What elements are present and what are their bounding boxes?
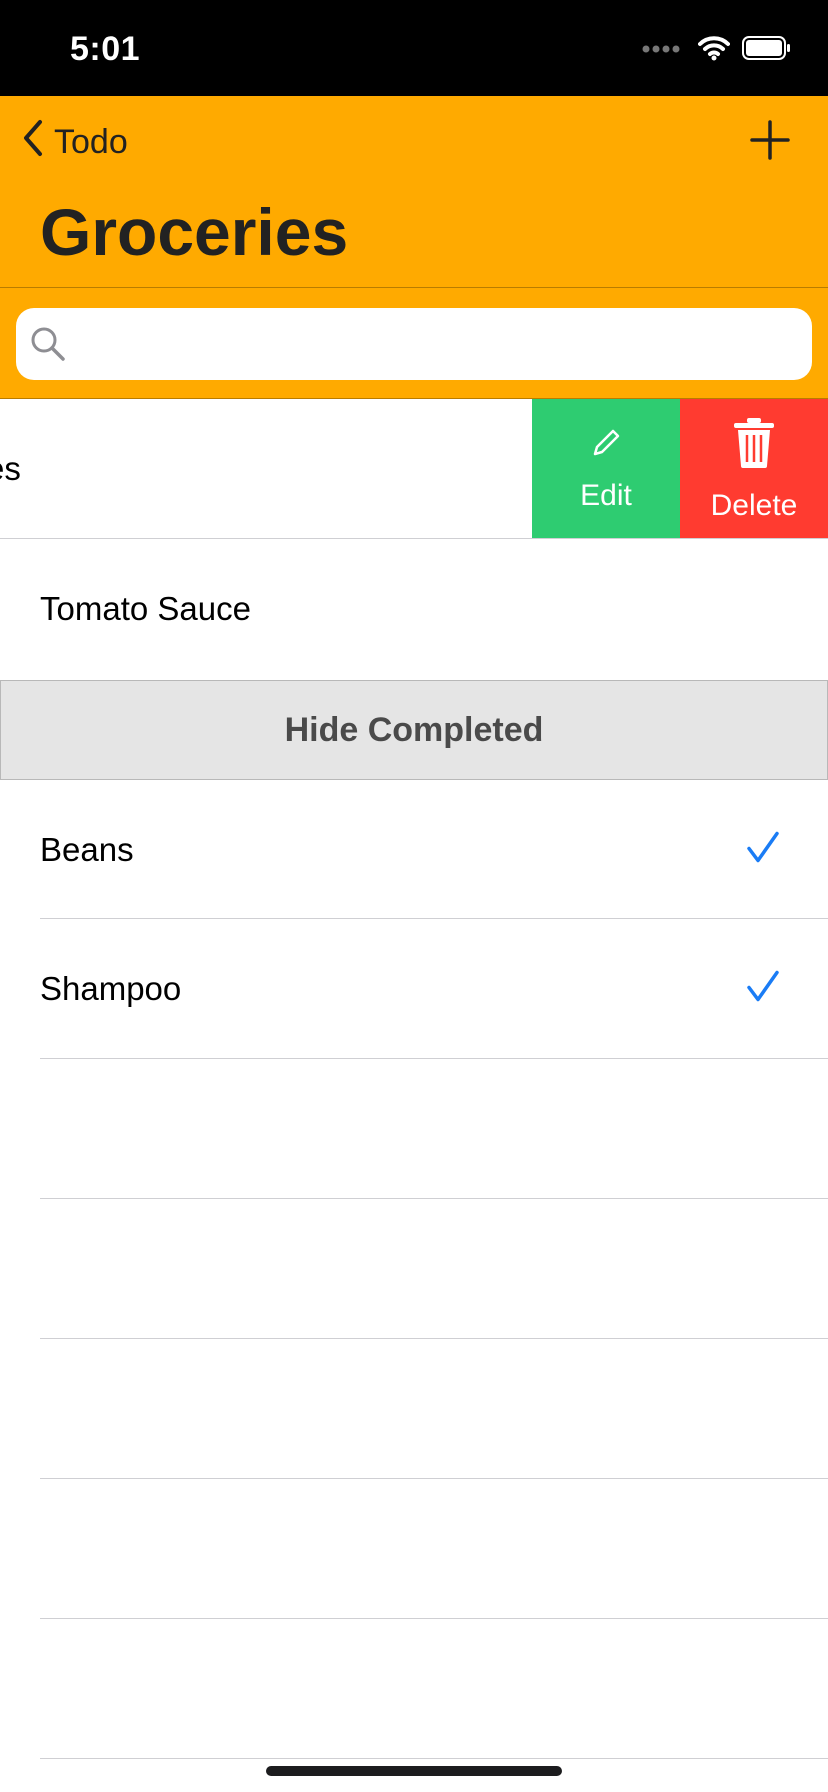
row-separator	[40, 1338, 828, 1339]
edit-label: Edit	[580, 478, 632, 512]
back-button[interactable]: Todo	[22, 118, 128, 166]
list-item-label: Beans	[40, 831, 134, 868]
list-item[interactable]: Beans	[0, 780, 828, 920]
battery-icon	[742, 35, 792, 65]
home-indicator[interactable]	[266, 1766, 562, 1776]
edit-button[interactable]: Edit	[532, 399, 680, 539]
row-separator	[40, 1058, 828, 1059]
list-item-swiped[interactable]: es Edit Delete	[0, 399, 828, 539]
hide-completed-button[interactable]: Hide Completed	[0, 680, 828, 780]
search-area	[0, 288, 828, 399]
signal-icon	[642, 41, 686, 59]
list-item-label: Shampoo	[40, 970, 182, 1007]
trash-icon	[732, 416, 776, 475]
list-item-label: Tomato Sauce	[40, 590, 251, 627]
list-item-label: es	[0, 450, 21, 487]
checkmark-icon	[746, 831, 780, 870]
delete-button[interactable]: Delete	[680, 399, 828, 539]
row-separator	[40, 1478, 828, 1479]
list-item[interactable]: Shampoo	[0, 919, 828, 1059]
checkmark-icon	[746, 970, 780, 1009]
pencil-icon	[589, 426, 623, 465]
back-label: Todo	[54, 122, 128, 161]
navigation-bar: Todo Groceries	[0, 96, 828, 288]
plus-icon	[750, 120, 790, 166]
search-input[interactable]	[76, 308, 800, 382]
status-bar: 5:01	[0, 0, 828, 96]
delete-label: Delete	[710, 488, 798, 522]
list-item[interactable]: Tomato Sauce	[0, 539, 828, 679]
add-button[interactable]	[750, 118, 790, 162]
search-field[interactable]	[16, 308, 812, 382]
chevron-left-icon	[22, 118, 44, 167]
status-time: 5:01	[70, 30, 141, 68]
row-separator	[40, 1198, 828, 1199]
page-title: Groceries	[40, 195, 349, 269]
row-separator	[40, 1758, 828, 1759]
search-icon	[30, 326, 66, 367]
wifi-icon	[698, 35, 730, 66]
row-separator	[40, 1618, 828, 1619]
status-icons	[642, 35, 792, 66]
